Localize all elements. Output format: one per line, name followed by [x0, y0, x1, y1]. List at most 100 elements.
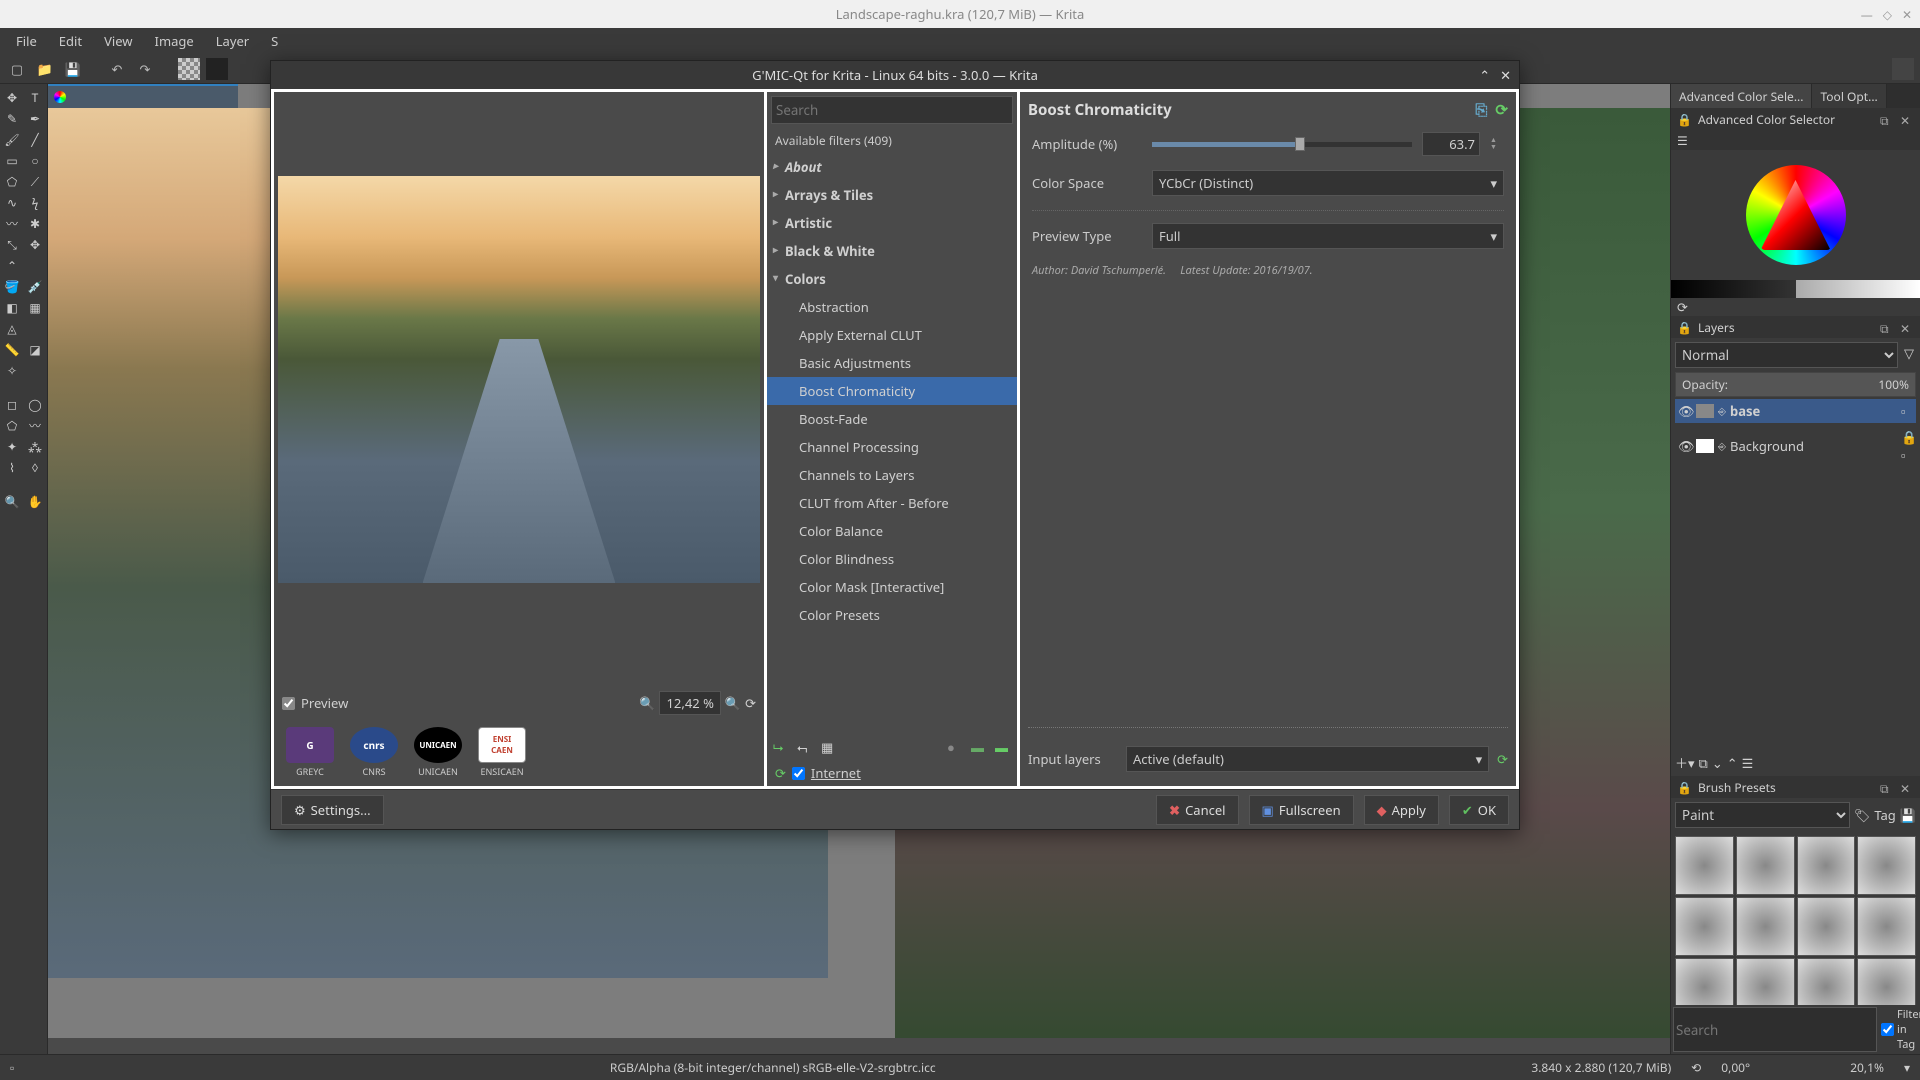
menu-image[interactable]: Image — [145, 29, 204, 53]
color-swatch[interactable] — [206, 58, 228, 80]
settings-icon[interactable]: ☰ — [1677, 132, 1688, 149]
detach-icon[interactable]: ⧉ — [1880, 320, 1894, 334]
filter-category-about[interactable]: About — [767, 153, 1017, 181]
layer-item[interactable]: 👁 ⎆ Background 🔒▫ — [1675, 425, 1916, 467]
brush-preset[interactable] — [1857, 958, 1916, 1006]
color-swatches[interactable] — [1671, 280, 1920, 298]
dialog-minimize-icon[interactable]: ⌃ — [1479, 66, 1490, 84]
brush-preset[interactable] — [1675, 958, 1734, 1006]
pattern-tool-icon[interactable]: ▦ — [25, 298, 45, 316]
fullscreen-button[interactable]: ▣Fullscreen — [1249, 795, 1354, 825]
visibility-icon[interactable]: 👁 — [1678, 402, 1692, 420]
menu-view[interactable]: View — [94, 29, 142, 53]
workspace-icon[interactable] — [1892, 58, 1914, 80]
tab-color-selector[interactable]: Advanced Color Sele... — [1671, 84, 1812, 108]
dialog-titlebar[interactable]: G'MIC-Qt for Krita - Linux 64 bits - 3.0… — [271, 61, 1519, 89]
os-minimize-icon[interactable]: — — [1861, 6, 1873, 23]
filter-item[interactable]: Boost-Fade — [767, 405, 1017, 433]
brush-tag-select[interactable]: Paint — [1675, 802, 1850, 828]
filter-icon[interactable]: ▽ — [1902, 342, 1916, 368]
layer-item[interactable]: 👁 ⎆ base ▫ — [1675, 399, 1916, 423]
menu-edit[interactable]: Edit — [49, 29, 92, 53]
menu-more[interactable]: S — [261, 29, 288, 53]
os-close-icon[interactable]: ✕ — [1902, 6, 1912, 23]
filter-tree[interactable]: About Arrays & Tiles Artistic Black & Wh… — [767, 153, 1017, 732]
magnetic-select-icon[interactable]: ◊ — [25, 458, 45, 476]
bezier-select-icon[interactable]: ⌇ — [2, 458, 22, 476]
refresh-icon[interactable]: ⟳ — [1677, 298, 1688, 316]
filter-item[interactable]: Color Balance — [767, 517, 1017, 545]
detach-icon[interactable]: ⧉ — [1880, 112, 1894, 126]
filter-item[interactable]: Abstraction — [767, 293, 1017, 321]
new-file-icon[interactable]: ▢ — [6, 58, 28, 80]
pattern-swatch[interactable] — [178, 58, 200, 80]
edit-shape-tool-icon[interactable]: ✎ — [2, 109, 22, 127]
canvas-scrollbar-h[interactable] — [48, 1038, 1670, 1054]
brush-preset[interactable] — [1736, 897, 1795, 956]
rect-tool-icon[interactable]: ▭ — [2, 151, 22, 169]
move-layer-icon[interactable]: ✥ — [25, 235, 45, 253]
storage-icon[interactable]: 💾 — [1900, 806, 1916, 824]
close-panel-icon[interactable]: ✕ — [1900, 112, 1914, 126]
rename-icon[interactable]: ▦ — [821, 738, 837, 754]
smart-patch-icon[interactable]: ✧ — [2, 361, 22, 379]
preview-checkbox[interactable] — [282, 697, 295, 710]
amplitude-value[interactable]: 63.7 — [1422, 132, 1480, 156]
input-layers-select[interactable]: Active (default)▾ — [1126, 746, 1489, 772]
zoom-tool-icon[interactable]: 🔍 — [2, 492, 22, 510]
colorspace-select[interactable]: YCbCr (Distinct)▾ — [1152, 170, 1504, 196]
move-down-icon[interactable]: ⌄ — [1712, 754, 1723, 772]
save-file-icon[interactable]: 💾 — [62, 58, 84, 80]
spin-down-icon[interactable]: ▼ — [1490, 144, 1504, 151]
brush-preset[interactable] — [1797, 836, 1856, 895]
move-up-icon[interactable]: ⌃ — [1727, 754, 1738, 772]
bezier-tool-icon[interactable]: ∿ — [2, 193, 22, 211]
menu-file[interactable]: File — [6, 29, 47, 53]
status-zoom[interactable]: 20,1% — [1850, 1059, 1884, 1076]
rotate-icon[interactable]: ⟲ — [1691, 1059, 1701, 1076]
add-fav-icon[interactable]: ⮡ — [773, 738, 789, 754]
preview-type-select[interactable]: Full▾ — [1152, 223, 1504, 249]
copy-params-icon[interactable]: ⎘ — [1475, 100, 1487, 120]
preview-image[interactable] — [278, 176, 760, 583]
reference-tool-icon[interactable]: ◪ — [25, 340, 45, 358]
brush-tool-icon[interactable]: 🖌 — [2, 130, 22, 148]
refresh-input-icon[interactable]: ⟳ — [1497, 750, 1508, 768]
brush-preset[interactable] — [1797, 958, 1856, 1006]
ok-button[interactable]: ✔OK — [1449, 795, 1509, 825]
poly-select-icon[interactable]: ⬠ — [2, 416, 22, 434]
collapse-icon[interactable]: ● — [947, 738, 963, 754]
fill-tool-icon[interactable]: 🪣 — [2, 277, 22, 295]
filter-item[interactable]: Color Presets — [767, 601, 1017, 629]
duplicate-layer-icon[interactable]: ⧉ — [1699, 754, 1708, 772]
multibrush-icon[interactable]: ✱ — [25, 214, 45, 232]
alpha-lock-icon[interactable]: ▫ — [1901, 402, 1913, 420]
contiguous-select-icon[interactable]: ✦ — [2, 437, 22, 455]
menu-layer[interactable]: Layer — [206, 29, 259, 53]
detach-icon[interactable]: ⧉ — [1880, 780, 1894, 794]
selection-mode-icon[interactable]: ▫ — [10, 1059, 14, 1076]
rect-select-icon[interactable]: ◻ — [2, 395, 22, 413]
preview-zoom-value[interactable]: 12,42 % — [659, 691, 720, 715]
filter-item[interactable]: Channel Processing — [767, 433, 1017, 461]
brush-preset[interactable] — [1797, 897, 1856, 956]
opacity-slider[interactable]: Opacity: 100% — [1675, 372, 1916, 397]
undo-icon[interactable]: ↶ — [106, 58, 128, 80]
pan-tool-icon[interactable]: ✋ — [25, 492, 45, 510]
expand2-icon[interactable]: ▬ — [995, 738, 1011, 754]
filter-item[interactable]: Channels to Layers — [767, 461, 1017, 489]
zoom-out-icon[interactable]: 🔍 — [639, 694, 655, 712]
line-tool-icon[interactable]: ╱ — [25, 130, 45, 148]
visibility-icon[interactable]: 👁 — [1678, 437, 1692, 455]
assist-tool-icon[interactable]: ◬ — [2, 319, 22, 337]
zoom-reset-icon[interactable]: ⟳ — [745, 694, 756, 712]
add-layer-icon[interactable]: ＋▾ — [1675, 753, 1695, 772]
amplitude-slider[interactable] — [1152, 142, 1412, 147]
brush-preset[interactable] — [1675, 836, 1734, 895]
free-select-icon[interactable]: 〰 — [25, 416, 45, 434]
freehand-path-icon[interactable]: ϟ — [25, 193, 45, 211]
tab-tool-options[interactable]: Tool Opt... — [1812, 84, 1886, 108]
brush-preset[interactable] — [1736, 836, 1795, 895]
redo-icon[interactable]: ↷ — [134, 58, 156, 80]
move-tool-icon[interactable]: ✥ — [2, 88, 22, 106]
